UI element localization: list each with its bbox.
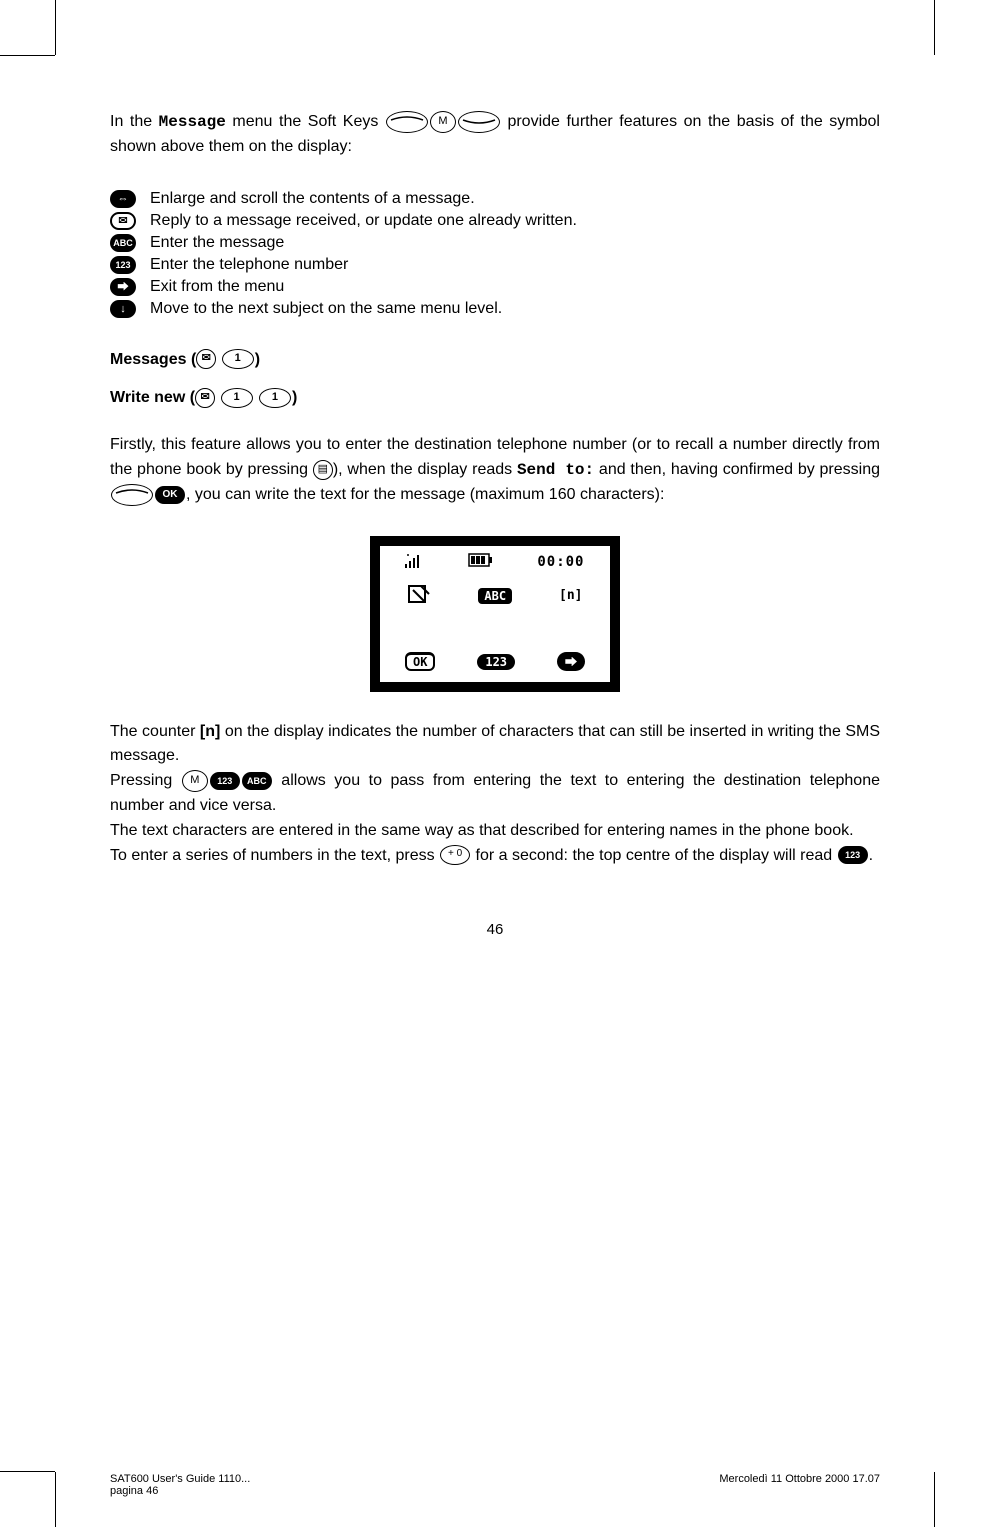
- crop-mark: [934, 0, 935, 55]
- text: To enter a series of numbers in the text…: [110, 847, 439, 864]
- ok-icon: OK: [155, 486, 185, 504]
- list-item: ⮕ Exit from the menu: [110, 278, 880, 296]
- abc-icon: ABC: [242, 772, 272, 790]
- heading-text: Write new (: [110, 389, 195, 406]
- page-content: In the Message menu the Soft Keys M prov…: [110, 110, 880, 942]
- ok-softkey: OK: [405, 652, 435, 671]
- icon-description: Exit from the menu: [150, 278, 284, 296]
- text: The counter: [110, 723, 200, 740]
- counter-paragraph: The counter [n] on the display indicates…: [110, 720, 880, 770]
- heading-text: ): [292, 389, 297, 406]
- crop-mark: [0, 55, 55, 56]
- page-number: 46: [110, 918, 880, 941]
- scroll-icon: ⇔: [110, 190, 150, 208]
- text: and then, having confirmed by pressing: [594, 461, 880, 478]
- time-display: 00:00: [537, 554, 584, 570]
- send-to-label: Send to:: [517, 461, 594, 479]
- icon-description: Enlarge and scroll the contents of a mes…: [150, 190, 475, 208]
- phone-display: 00:00 ABC [n] OK 123 ⮕: [370, 536, 620, 692]
- char-counter: [n]: [559, 588, 582, 603]
- abc-icon: ABC: [110, 234, 150, 252]
- footer-filename: SAT600 User's Guide 1110...: [110, 1473, 250, 1485]
- crop-mark: [55, 1472, 56, 1527]
- crop-mark: [0, 1471, 55, 1472]
- icon-description: Move to the next subject on the same men…: [150, 300, 502, 318]
- 123-softkey: 123: [477, 654, 515, 670]
- zero-key-icon: + 0: [440, 845, 470, 865]
- mail-key-icon: ✉: [195, 388, 215, 408]
- n-label: [n]: [200, 723, 220, 740]
- text: on the display indicates the number of c…: [110, 723, 880, 765]
- m-key-icon: M: [182, 770, 208, 792]
- list-item: ⇔ Enlarge and scroll the contents of a m…: [110, 190, 880, 208]
- exit-softkey: ⮕: [557, 652, 585, 671]
- text: , you can write the text for the message…: [186, 486, 664, 503]
- write-new-heading: Write new (✉ 1 1): [110, 386, 880, 411]
- status-bar: 00:00: [380, 546, 610, 579]
- icon-description: Reply to a message received, or update o…: [150, 212, 577, 230]
- text: In the: [110, 113, 159, 130]
- display-softkey-row: OK 123 ⮕: [380, 646, 610, 678]
- text: for a second: the top centre of the disp…: [471, 847, 837, 864]
- icon-description: Enter the telephone number: [150, 256, 348, 274]
- softkey-left-icon: [386, 111, 428, 133]
- write-new-paragraph: Firstly, this feature allows you to ente…: [110, 433, 880, 507]
- list-item: ↓ Move to the next subject on the same m…: [110, 300, 880, 318]
- heading-text: ): [255, 351, 260, 368]
- signal-icon: [405, 552, 425, 572]
- footer-page-ref: pagina 46: [110, 1485, 250, 1497]
- write-icon: [407, 584, 431, 608]
- text: .: [869, 847, 873, 864]
- icon-description: Enter the message: [150, 234, 284, 252]
- text: menu the Soft Keys: [226, 113, 385, 130]
- crop-mark: [55, 0, 56, 55]
- down-icon: ↓: [110, 300, 150, 318]
- text: Pressing: [110, 772, 181, 789]
- numbers-paragraph: To enter a series of numbers in the text…: [110, 844, 880, 869]
- crop-mark: [934, 1472, 935, 1527]
- list-item: 123 Enter the telephone number: [110, 256, 880, 274]
- one-key-icon: 1: [222, 349, 254, 369]
- text-entry-paragraph: The text characters are entered in the s…: [110, 819, 880, 844]
- phonebook-key-icon: ▤: [313, 460, 333, 480]
- battery-icon: [468, 553, 494, 571]
- exit-icon: ⮕: [110, 278, 150, 296]
- messages-heading: Messages (✉ 1): [110, 348, 880, 373]
- abc-badge: ABC: [478, 588, 512, 604]
- list-item: ✉ Reply to a message received, or update…: [110, 212, 880, 230]
- footer-left: SAT600 User's Guide 1110... pagina 46: [110, 1473, 250, 1497]
- heading-text: Messages (: [110, 351, 196, 368]
- envelope-icon: ✉: [110, 212, 150, 230]
- phone-screen: 00:00 ABC [n] OK 123 ⮕: [378, 544, 612, 684]
- display-mid-row: ABC [n]: [380, 579, 610, 613]
- mail-key-icon: ✉: [196, 349, 216, 369]
- 123-icon: 123: [838, 846, 868, 864]
- 123-icon: 123: [110, 256, 150, 274]
- text: ), when the display reads: [333, 461, 517, 478]
- one-key-icon: 1: [221, 388, 253, 408]
- page-footer: SAT600 User's Guide 1110... pagina 46 Me…: [110, 1473, 880, 1497]
- intro-paragraph: In the Message menu the Soft Keys M prov…: [110, 110, 880, 160]
- footer-date: Mercoledì 11 Ottobre 2000 17.07: [719, 1473, 880, 1497]
- softkey-left-icon: [111, 484, 153, 506]
- softkey-right-icon: [458, 111, 500, 133]
- message-label: Message: [159, 113, 226, 131]
- list-item: ABC Enter the message: [110, 234, 880, 252]
- one-key-icon: 1: [259, 388, 291, 408]
- icon-definition-list: ⇔ Enlarge and scroll the contents of a m…: [110, 190, 880, 318]
- pressing-paragraph: Pressing M123ABC allows you to pass from…: [110, 769, 880, 819]
- 123-icon: 123: [210, 772, 240, 790]
- m-key-icon: M: [430, 111, 456, 133]
